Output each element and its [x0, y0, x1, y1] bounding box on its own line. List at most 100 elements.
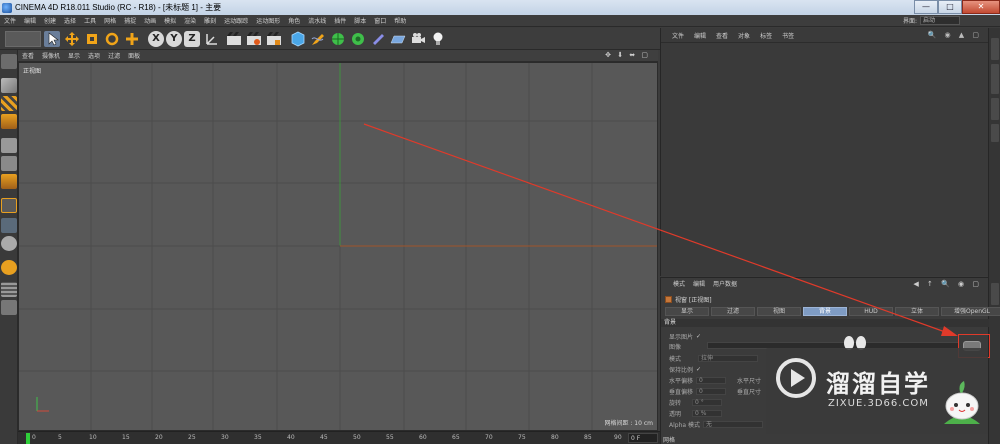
menu-script[interactable]: 脚本: [350, 16, 370, 25]
quantize-icon[interactable]: [1, 300, 17, 315]
deformer-icon[interactable]: [370, 31, 386, 47]
keep-aspect-checkbox[interactable]: ✓: [696, 366, 701, 373]
edit-render-settings-icon[interactable]: [266, 31, 282, 47]
points-mode-icon[interactable]: [1, 138, 17, 153]
menu-tools[interactable]: 工具: [80, 16, 100, 25]
workplane-mode-icon[interactable]: [1, 114, 17, 129]
object-manager-search-icons[interactable]: 🔍 ◉ ▲ ▢: [928, 31, 983, 39]
edges-mode-icon[interactable]: [1, 156, 17, 171]
floor-icon[interactable]: [390, 31, 406, 47]
menu-select[interactable]: 选择: [60, 16, 80, 25]
current-frame-marker[interactable]: [26, 433, 30, 444]
om-menu-view[interactable]: 查看: [711, 31, 733, 40]
menu-file[interactable]: 文件: [0, 16, 20, 25]
attr-menu-mode[interactable]: 模式: [669, 279, 689, 288]
cloner-icon[interactable]: [350, 31, 366, 47]
menu-window[interactable]: 窗口: [370, 16, 390, 25]
tab-enhanced-opengl[interactable]: 增强OpenGL: [941, 307, 1000, 316]
viewport-navigation-icons[interactable]: ✥ ⬇ ⬌ ▢: [601, 51, 654, 59]
menu-character[interactable]: 角色: [284, 16, 304, 25]
minimize-button[interactable]: —: [914, 0, 938, 14]
maximize-button[interactable]: □: [938, 0, 962, 14]
scale-icon[interactable]: [84, 31, 100, 47]
close-button[interactable]: ✕: [962, 0, 1000, 14]
viewport-name[interactable]: 正视图: [23, 66, 41, 75]
axis-mode-icon[interactable]: [1, 198, 17, 213]
tab-hud[interactable]: HUD: [849, 307, 893, 316]
om-menu-tags[interactable]: 标签: [755, 31, 777, 40]
subdivision-surface-icon[interactable]: [330, 31, 346, 47]
v-offset-field[interactable]: 0: [696, 388, 727, 395]
menu-sculpt[interactable]: 雕刻: [200, 16, 220, 25]
recent-tools-icon[interactable]: [124, 31, 140, 47]
viewport-menu-display[interactable]: 显示: [64, 51, 84, 60]
tab-display[interactable]: 显示: [665, 307, 709, 316]
content-browser-side-tab[interactable]: [991, 64, 999, 94]
model-mode-icon[interactable]: [1, 78, 17, 93]
menu-create[interactable]: 创建: [40, 16, 60, 25]
snap-icon[interactable]: [1, 236, 17, 251]
menu-plugins[interactable]: 插件: [330, 16, 350, 25]
show-image-checkbox[interactable]: ✓: [696, 333, 701, 340]
coordinate-system-icon[interactable]: [204, 31, 220, 47]
current-frame-field[interactable]: 0 F: [628, 433, 658, 443]
om-menu-objects[interactable]: 对象: [733, 31, 755, 40]
menu-animate[interactable]: 动画: [140, 16, 160, 25]
move-icon[interactable]: [64, 31, 80, 47]
menu-mograph[interactable]: 运动图形: [252, 16, 284, 25]
tab-view[interactable]: 视图: [757, 307, 801, 316]
viewport-menu-filter[interactable]: 过滤: [104, 51, 124, 60]
y-axis-icon[interactable]: Y: [166, 31, 182, 47]
layout-dropdown[interactable]: 启动: [920, 16, 960, 25]
om-menu-bookmarks[interactable]: 书签: [777, 31, 799, 40]
polygons-mode-icon[interactable]: [1, 174, 17, 189]
attribute-nav-icons[interactable]: ◀ ↑ 🔍 ◉ ▢: [913, 280, 982, 288]
tab-filter[interactable]: 过滤: [711, 307, 755, 316]
om-menu-file[interactable]: 文件: [667, 31, 689, 40]
front-viewport[interactable]: 正视图 网格间距 : 10 cm: [18, 62, 658, 431]
viewport-menu-options[interactable]: 选项: [84, 51, 104, 60]
rotate-icon[interactable]: [104, 31, 120, 47]
pen-icon[interactable]: [310, 31, 326, 47]
viewport-menu-cameras[interactable]: 摄像机: [38, 51, 64, 60]
menu-mesh[interactable]: 网格: [100, 16, 120, 25]
texture-mode-icon[interactable]: [1, 96, 17, 111]
om-menu-edit[interactable]: 编辑: [689, 31, 711, 40]
cube-icon[interactable]: [290, 31, 306, 47]
menu-pipeline[interactable]: 流水线: [304, 16, 330, 25]
mode-dropdown[interactable]: 拉伸: [698, 355, 759, 362]
tweak-mode-icon[interactable]: [1, 218, 17, 233]
live-selection-icon[interactable]: [44, 31, 60, 47]
undo-icon[interactable]: [5, 31, 41, 47]
menu-simulate[interactable]: 模拟: [160, 16, 180, 25]
menu-snap[interactable]: 捕捉: [120, 16, 140, 25]
render-picture-viewer-icon[interactable]: [246, 31, 262, 47]
make-editable-icon[interactable]: [1, 54, 17, 69]
light-icon[interactable]: [430, 31, 446, 47]
workplane-lock-icon[interactable]: [1, 260, 17, 275]
camera-icon[interactable]: [410, 31, 426, 47]
attributes-side-tab[interactable]: [991, 283, 999, 305]
timeline[interactable]: 0 5 10 15 20 25 30 35 40 45 50 55 60 65 …: [18, 431, 660, 444]
alpha-mode-dropdown[interactable]: 无: [702, 421, 763, 428]
x-axis-icon[interactable]: X: [148, 31, 164, 47]
attr-menu-user-data[interactable]: 用户数据: [709, 279, 741, 288]
viewport-menu-view[interactable]: 查看: [18, 51, 38, 60]
layers-side-tab[interactable]: [991, 124, 999, 142]
z-axis-icon[interactable]: Z: [184, 31, 200, 47]
transparency-field[interactable]: 0 %: [692, 410, 723, 417]
structure-side-tab[interactable]: [991, 98, 999, 120]
attr-menu-edit[interactable]: 编辑: [689, 279, 709, 288]
planar-workplane-icon[interactable]: [1, 282, 17, 297]
tab-back[interactable]: 背景: [803, 307, 847, 316]
menu-help[interactable]: 帮助: [390, 16, 410, 25]
tab-stereoscopic[interactable]: 立体: [895, 307, 939, 316]
viewport-menu-panel[interactable]: 面板: [124, 51, 144, 60]
rotation-field[interactable]: 0 °: [692, 399, 723, 406]
menu-edit[interactable]: 编辑: [20, 16, 40, 25]
menu-render[interactable]: 渲染: [180, 16, 200, 25]
render-view-icon[interactable]: [226, 31, 242, 47]
objects-side-tab[interactable]: [991, 38, 999, 60]
menu-motion-tracking[interactable]: 运动跟踪: [220, 16, 252, 25]
h-offset-field[interactable]: 0: [696, 377, 727, 384]
